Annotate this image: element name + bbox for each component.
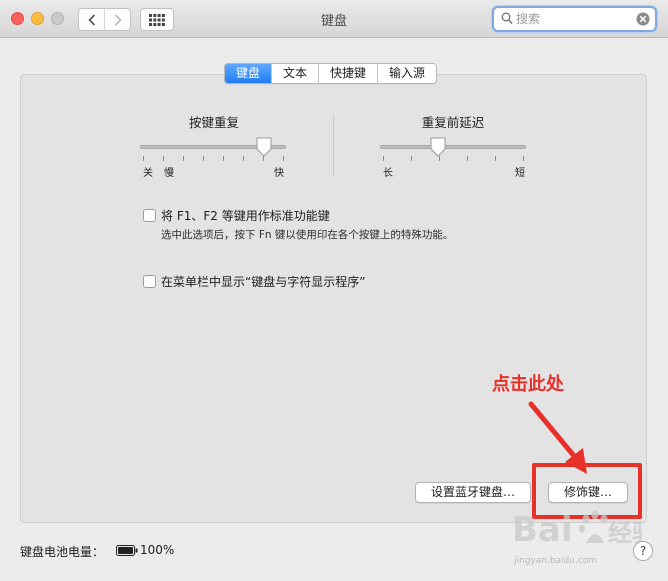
search-icon <box>501 12 513 25</box>
delay-label-short: 短 <box>515 168 525 179</box>
battery-level-value: 100% <box>140 543 175 557</box>
fn-keys-label[interactable]: 将 F1、F2 等键用作标准功能键 <box>161 207 330 224</box>
slider-tick <box>411 156 412 161</box>
key-repeat-label-fast: 快 <box>274 168 284 179</box>
delay-until-repeat-title: 重复前延迟 <box>421 115 485 130</box>
search-field[interactable] <box>492 6 657 32</box>
show-keyboard-viewer-label[interactable]: 在菜单栏中显示“键盘与字符显示程序” <box>161 273 365 290</box>
fn-keys-description: 选中此选项后，按下 Fn 键以使用印在各个按键上的特殊功能。 <box>161 229 454 241</box>
slider-tick <box>243 156 244 161</box>
delay-label-long: 长 <box>383 168 393 179</box>
tab-text[interactable]: 文本 <box>271 64 319 83</box>
slider-tick <box>163 156 164 161</box>
clear-search-icon[interactable] <box>636 12 650 26</box>
setup-bluetooth-keyboard-button[interactable]: 设置蓝牙键盘… <box>415 482 531 503</box>
slider-tick <box>383 156 384 161</box>
toolbar: 键盘 <box>0 0 668 38</box>
fn-keys-checkbox[interactable] <box>143 209 156 222</box>
search-input[interactable] <box>516 10 626 28</box>
key-repeat-slider-thumb[interactable] <box>256 137 272 157</box>
slider-tick <box>523 156 524 161</box>
slider-tick <box>143 156 144 161</box>
delay-until-repeat-track[interactable] <box>380 145 526 149</box>
battery-icon <box>116 545 138 556</box>
slider-divider <box>333 114 334 176</box>
slider-tick <box>183 156 184 161</box>
baidu-watermark-logo: Bai 经验 <box>512 510 642 550</box>
key-repeat-label-slow: 慢 <box>164 168 174 179</box>
slider-tick <box>467 156 468 161</box>
key-repeat-label-off: 关 <box>143 168 153 179</box>
slider-tick <box>203 156 204 161</box>
slider-tick <box>223 156 224 161</box>
svg-text:Bai: Bai <box>512 510 573 550</box>
annotation-text: 点击此处 <box>492 374 564 395</box>
tab-bar: 键盘 文本 快捷键 输入源 <box>224 63 438 84</box>
tab-input-sources[interactable]: 输入源 <box>377 64 437 83</box>
key-repeat-title: 按键重复 <box>188 115 239 130</box>
slider-tick <box>495 156 496 161</box>
watermark-url: jingyan.baidu.com <box>514 556 598 566</box>
slider-tick <box>283 156 284 161</box>
tab-keyboard[interactable]: 键盘 <box>225 64 272 83</box>
help-button[interactable]: ? <box>633 541 653 561</box>
delay-until-repeat-slider-thumb[interactable] <box>430 137 446 157</box>
show-keyboard-viewer-checkbox[interactable] <box>143 275 156 288</box>
battery-level-label: 键盘电池电量： <box>20 545 105 559</box>
tab-shortcuts[interactable]: 快捷键 <box>318 64 378 83</box>
